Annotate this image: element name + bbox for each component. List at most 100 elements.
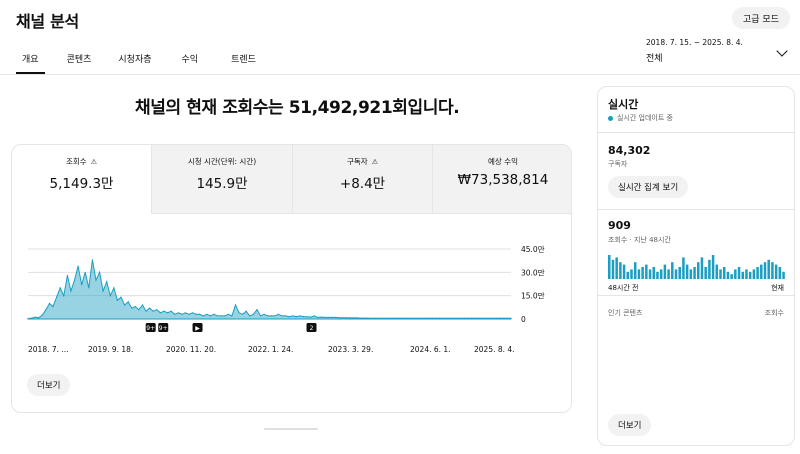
data-point <box>184 312 186 314</box>
data-point <box>338 317 340 319</box>
data-point <box>174 313 176 315</box>
y-tick-label: 0 <box>521 315 526 324</box>
data-point <box>456 317 458 319</box>
data-point <box>499 317 501 319</box>
data-point <box>403 317 405 319</box>
data-point <box>374 317 376 319</box>
date-range-picker[interactable]: 2018. 7. 15. ~ 2025. 8. 4. 전체 <box>646 38 790 68</box>
x-tick-label: 2023. 3. 29. <box>328 345 373 354</box>
data-point <box>342 317 344 319</box>
data-point <box>31 317 33 319</box>
date-range-label: 전체 <box>646 54 663 64</box>
data-point <box>66 274 68 276</box>
data-point <box>295 316 297 318</box>
chart-marker-label: 2 <box>310 325 314 332</box>
data-point <box>73 279 76 281</box>
data-point <box>245 310 247 312</box>
data-point <box>124 304 126 306</box>
data-point <box>503 317 505 319</box>
data-point <box>360 317 362 319</box>
mini-bar <box>674 269 678 279</box>
date-range-text: 2018. 7. 15. ~ 2025. 8. 4. <box>646 38 743 47</box>
data-point <box>234 304 237 306</box>
data-point <box>70 290 72 292</box>
mini-bar <box>615 257 618 279</box>
data-point <box>449 317 451 319</box>
data-point <box>27 317 29 320</box>
mini-axis-left: 48시간 전 <box>608 284 639 292</box>
data-point <box>492 317 494 319</box>
realtime-count-button[interactable]: 실시간 집계 보기 <box>608 176 689 198</box>
data-point <box>274 315 276 317</box>
data-point <box>363 317 365 319</box>
data-point <box>353 317 355 319</box>
data-point <box>453 317 455 319</box>
data-point <box>91 259 93 261</box>
realtime-views-chart[interactable] <box>608 255 786 279</box>
data-point <box>84 271 86 273</box>
advanced-mode-button[interactable]: 고급 모드 <box>732 7 790 29</box>
tab-bar: 개요 콘텐츠 시청자층 수익 트렌드 <box>16 48 256 74</box>
data-point <box>256 309 258 311</box>
mini-bar <box>719 269 722 279</box>
data-point <box>481 317 483 319</box>
data-point <box>99 271 101 273</box>
data-point <box>428 317 430 319</box>
tab-revenue[interactable]: 수익 <box>182 48 199 74</box>
data-point <box>195 313 197 315</box>
mini-bar <box>767 259 770 279</box>
data-point <box>313 315 315 317</box>
mini-bar <box>708 259 711 279</box>
mini-bar <box>659 269 663 279</box>
data-point <box>152 310 154 312</box>
data-point <box>395 317 398 319</box>
mini-bar <box>637 269 641 279</box>
views-chart[interactable]: 45.0만 30.0만 15.0만 0 9+ 9+ ▶ 2 2018. 7. ... 2019. … <box>12 145 572 413</box>
scroll-indicator <box>264 428 318 430</box>
mini-bar <box>630 269 633 279</box>
data-point <box>370 317 373 319</box>
more-button[interactable]: 더보기 <box>27 374 71 396</box>
data-point <box>485 317 487 319</box>
data-point <box>331 316 333 318</box>
realtime-views: 909 <box>608 219 631 232</box>
mini-bar <box>748 271 752 279</box>
realtime-more-button[interactable]: 더보기 <box>608 414 652 436</box>
mini-bar <box>711 255 715 279</box>
data-point <box>431 317 433 319</box>
mini-bar <box>611 259 615 279</box>
data-point <box>460 317 462 319</box>
tab-overview[interactable]: 개요 <box>16 48 44 74</box>
mini-bar <box>782 271 785 279</box>
mini-bar <box>671 262 674 279</box>
mini-bar <box>726 271 730 279</box>
data-point <box>252 313 254 315</box>
tab-audience[interactable]: 시청자층 <box>118 48 151 74</box>
data-point <box>166 312 169 314</box>
data-point <box>206 313 208 315</box>
data-point <box>209 315 212 317</box>
data-point <box>138 309 140 311</box>
x-tick-label: 2020. 11. 20. <box>166 345 216 354</box>
chevron-down-icon[interactable] <box>776 45 788 57</box>
data-point <box>320 316 322 318</box>
data-point <box>134 306 136 308</box>
data-point <box>156 309 158 311</box>
data-point <box>145 310 147 312</box>
tab-trends[interactable]: 트렌드 <box>231 48 256 74</box>
data-point <box>410 317 412 319</box>
mini-bar <box>667 269 670 279</box>
data-point <box>288 316 290 318</box>
popular-content-label: 인기 콘텐츠 <box>608 309 643 317</box>
data-point <box>467 317 469 319</box>
mini-bar <box>693 267 696 279</box>
tab-content[interactable]: 콘텐츠 <box>67 48 92 74</box>
data-point <box>217 315 219 317</box>
realtime-update-text: 실시간 업데이트 중 <box>617 114 673 122</box>
data-point <box>41 314 43 316</box>
data-point <box>463 317 466 319</box>
mini-bar <box>763 262 767 279</box>
data-point <box>59 287 61 289</box>
data-point <box>488 317 491 319</box>
data-point <box>63 295 65 297</box>
